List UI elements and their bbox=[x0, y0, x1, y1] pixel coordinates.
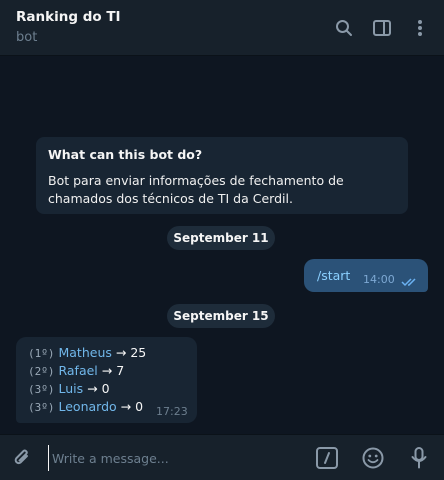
incoming-message[interactable]: (1º) Matheus → 25 (2º) Rafael → 7 (3º) L… bbox=[16, 337, 197, 423]
date-separator: September 15 bbox=[167, 304, 275, 328]
message-text[interactable]: /start bbox=[317, 268, 350, 283]
ranking-line: (3º) Leonardo → 0 bbox=[28, 399, 143, 414]
ranking-arrow: → bbox=[101, 363, 113, 378]
bot-info-title: What can this bot do? bbox=[48, 147, 203, 162]
more-vertical-icon[interactable] bbox=[406, 14, 434, 42]
chat-subtitle: bot bbox=[16, 30, 38, 45]
ranking-position: (3º) bbox=[28, 383, 55, 396]
ranking-position: (1º) bbox=[28, 347, 55, 360]
search-icon[interactable] bbox=[330, 14, 358, 42]
ranking-name[interactable]: Luis bbox=[58, 381, 83, 396]
chat-title[interactable]: Ranking do TI bbox=[16, 9, 121, 25]
microphone-icon[interactable] bbox=[406, 445, 432, 471]
chat-area[interactable]: What can this bot do? Bot para enviar in… bbox=[0, 56, 444, 434]
bot-info-card: What can this bot do? Bot para enviar in… bbox=[36, 137, 408, 214]
bot-command-icon[interactable] bbox=[314, 445, 340, 471]
message-composer bbox=[0, 434, 444, 480]
message-input[interactable] bbox=[48, 445, 298, 471]
date-separator: September 11 bbox=[167, 226, 275, 250]
ranking-line: (3º) Luis → 0 bbox=[28, 381, 110, 396]
ranking-value: 7 bbox=[116, 363, 125, 378]
ranking-line: (1º) Matheus → 25 bbox=[28, 345, 146, 360]
ranking-name[interactable]: Leonardo bbox=[58, 399, 116, 414]
ranking-name[interactable]: Rafael bbox=[58, 363, 97, 378]
ranking-arrow: → bbox=[120, 399, 132, 414]
ranking-arrow: → bbox=[87, 381, 98, 396]
read-checks-icon bbox=[401, 272, 419, 291]
ranking-position: (3º) bbox=[28, 401, 55, 414]
ranking-line: (2º) Rafael → 7 bbox=[28, 363, 124, 378]
ranking-value: 0 bbox=[101, 381, 110, 396]
outgoing-message[interactable]: /start 14:00 bbox=[304, 259, 428, 292]
chat-header: Ranking do TI bot bbox=[0, 0, 444, 56]
sidebar-toggle-icon[interactable] bbox=[368, 14, 396, 42]
ranking-position: (2º) bbox=[28, 365, 55, 378]
bot-info-description: Bot para enviar informações de fechament… bbox=[48, 173, 344, 206]
message-time: 14:00 bbox=[363, 273, 395, 286]
attach-icon[interactable] bbox=[9, 445, 35, 471]
ranking-name[interactable]: Matheus bbox=[58, 345, 111, 360]
emoji-icon[interactable] bbox=[360, 445, 386, 471]
ranking-value: 25 bbox=[130, 345, 147, 360]
message-time: 17:23 bbox=[156, 405, 188, 418]
ranking-value: 0 bbox=[135, 399, 144, 414]
ranking-arrow: → bbox=[115, 345, 127, 360]
